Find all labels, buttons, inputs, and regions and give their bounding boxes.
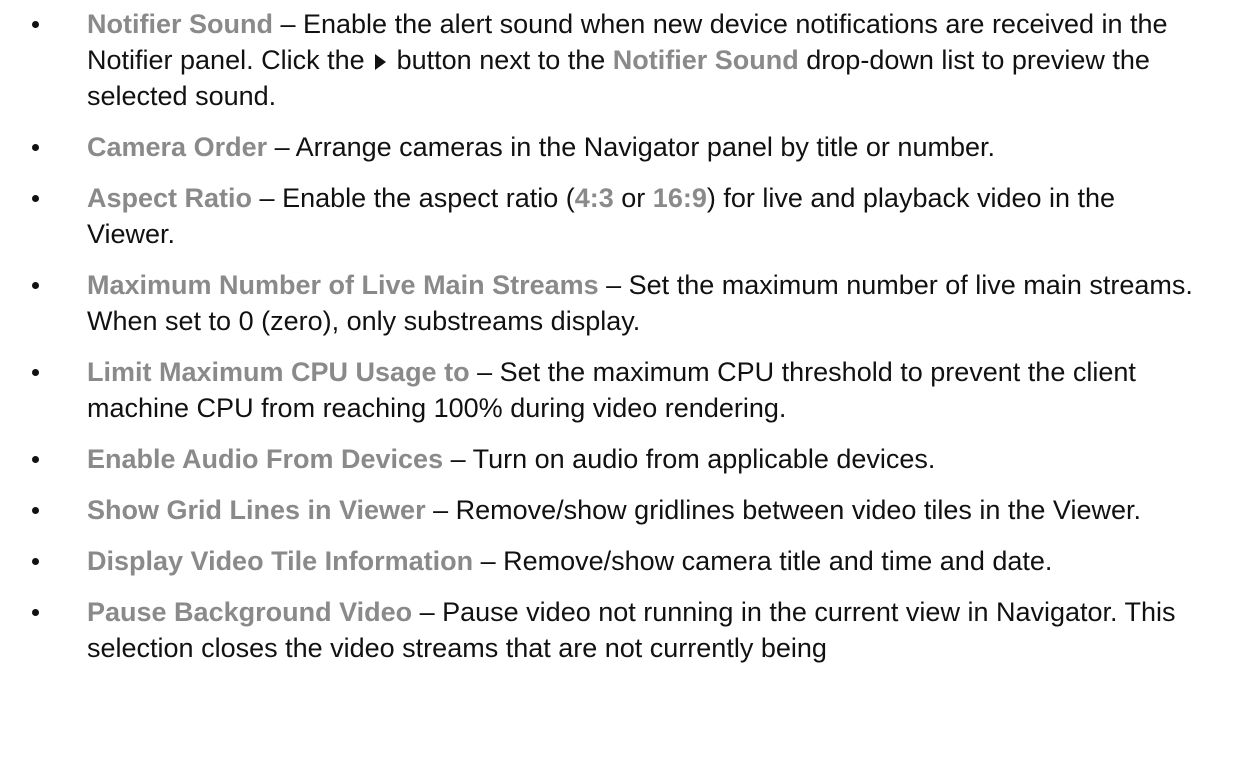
- term-enable-audio: Enable Audio From Devices: [87, 444, 444, 474]
- description-text: or: [613, 183, 653, 213]
- settings-bullet-list: Notifier Sound – Enable the alert sound …: [0, 0, 1246, 666]
- list-item-notifier-sound: Notifier Sound – Enable the alert sound …: [0, 6, 1246, 114]
- bullet-icon: [32, 282, 39, 289]
- list-item-camera-order: Camera Order – Arrange cameras in the Na…: [0, 129, 1246, 165]
- bullet-icon: [32, 369, 39, 376]
- term-display-tile-info: Display Video Tile Information: [87, 546, 474, 576]
- term-aspect-ratio: Aspect Ratio: [87, 183, 253, 213]
- term-camera-order: Camera Order: [87, 132, 268, 162]
- description-text: – Enable the aspect ratio (: [252, 183, 575, 213]
- term-ratio-16-9: 16:9: [652, 183, 707, 213]
- description-text: – Turn on audio from applicable devices.: [443, 444, 936, 474]
- term-ratio-4-3: 4:3: [574, 183, 614, 213]
- list-item-limit-cpu-usage: Limit Maximum CPU Usage to – Set the max…: [0, 354, 1246, 426]
- term-pause-background-video: Pause Background Video: [87, 597, 413, 627]
- list-item-pause-background-video: Pause Background Video – Pause video not…: [0, 594, 1246, 666]
- list-item-display-tile-info: Display Video Tile Information – Remove/…: [0, 543, 1246, 579]
- term-notifier-sound-inline: Notifier Sound: [612, 45, 799, 75]
- term-show-grid-lines: Show Grid Lines in Viewer: [87, 495, 426, 525]
- play-icon: [375, 54, 387, 70]
- bullet-icon: [32, 609, 39, 616]
- list-item-max-live-main-streams: Maximum Number of Live Main Streams – Se…: [0, 267, 1246, 339]
- list-item-enable-audio: Enable Audio From Devices – Turn on audi…: [0, 441, 1246, 477]
- list-item-aspect-ratio: Aspect Ratio – Enable the aspect ratio (…: [0, 180, 1246, 252]
- bullet-icon: [32, 144, 39, 151]
- term-notifier-sound: Notifier Sound: [87, 9, 273, 39]
- description-text: – Arrange cameras in the Navigator panel…: [267, 132, 995, 162]
- bullet-icon: [32, 195, 39, 202]
- list-item-show-grid-lines: Show Grid Lines in Viewer – Remove/show …: [0, 492, 1246, 528]
- bullet-icon: [32, 558, 39, 565]
- description-text: – Remove/show camera title and time and …: [473, 546, 1053, 576]
- term-limit-cpu-usage: Limit Maximum CPU Usage to: [87, 357, 470, 387]
- bullet-icon: [32, 507, 39, 514]
- description-text: button next to the: [389, 45, 613, 75]
- bullet-icon: [32, 21, 39, 28]
- description-text: – Remove/show gridlines between video ti…: [425, 495, 1141, 525]
- term-max-live-main-streams: Maximum Number of Live Main Streams: [87, 270, 599, 300]
- bullet-icon: [32, 456, 39, 463]
- document-page: Notifier Sound – Enable the alert sound …: [0, 0, 1246, 767]
